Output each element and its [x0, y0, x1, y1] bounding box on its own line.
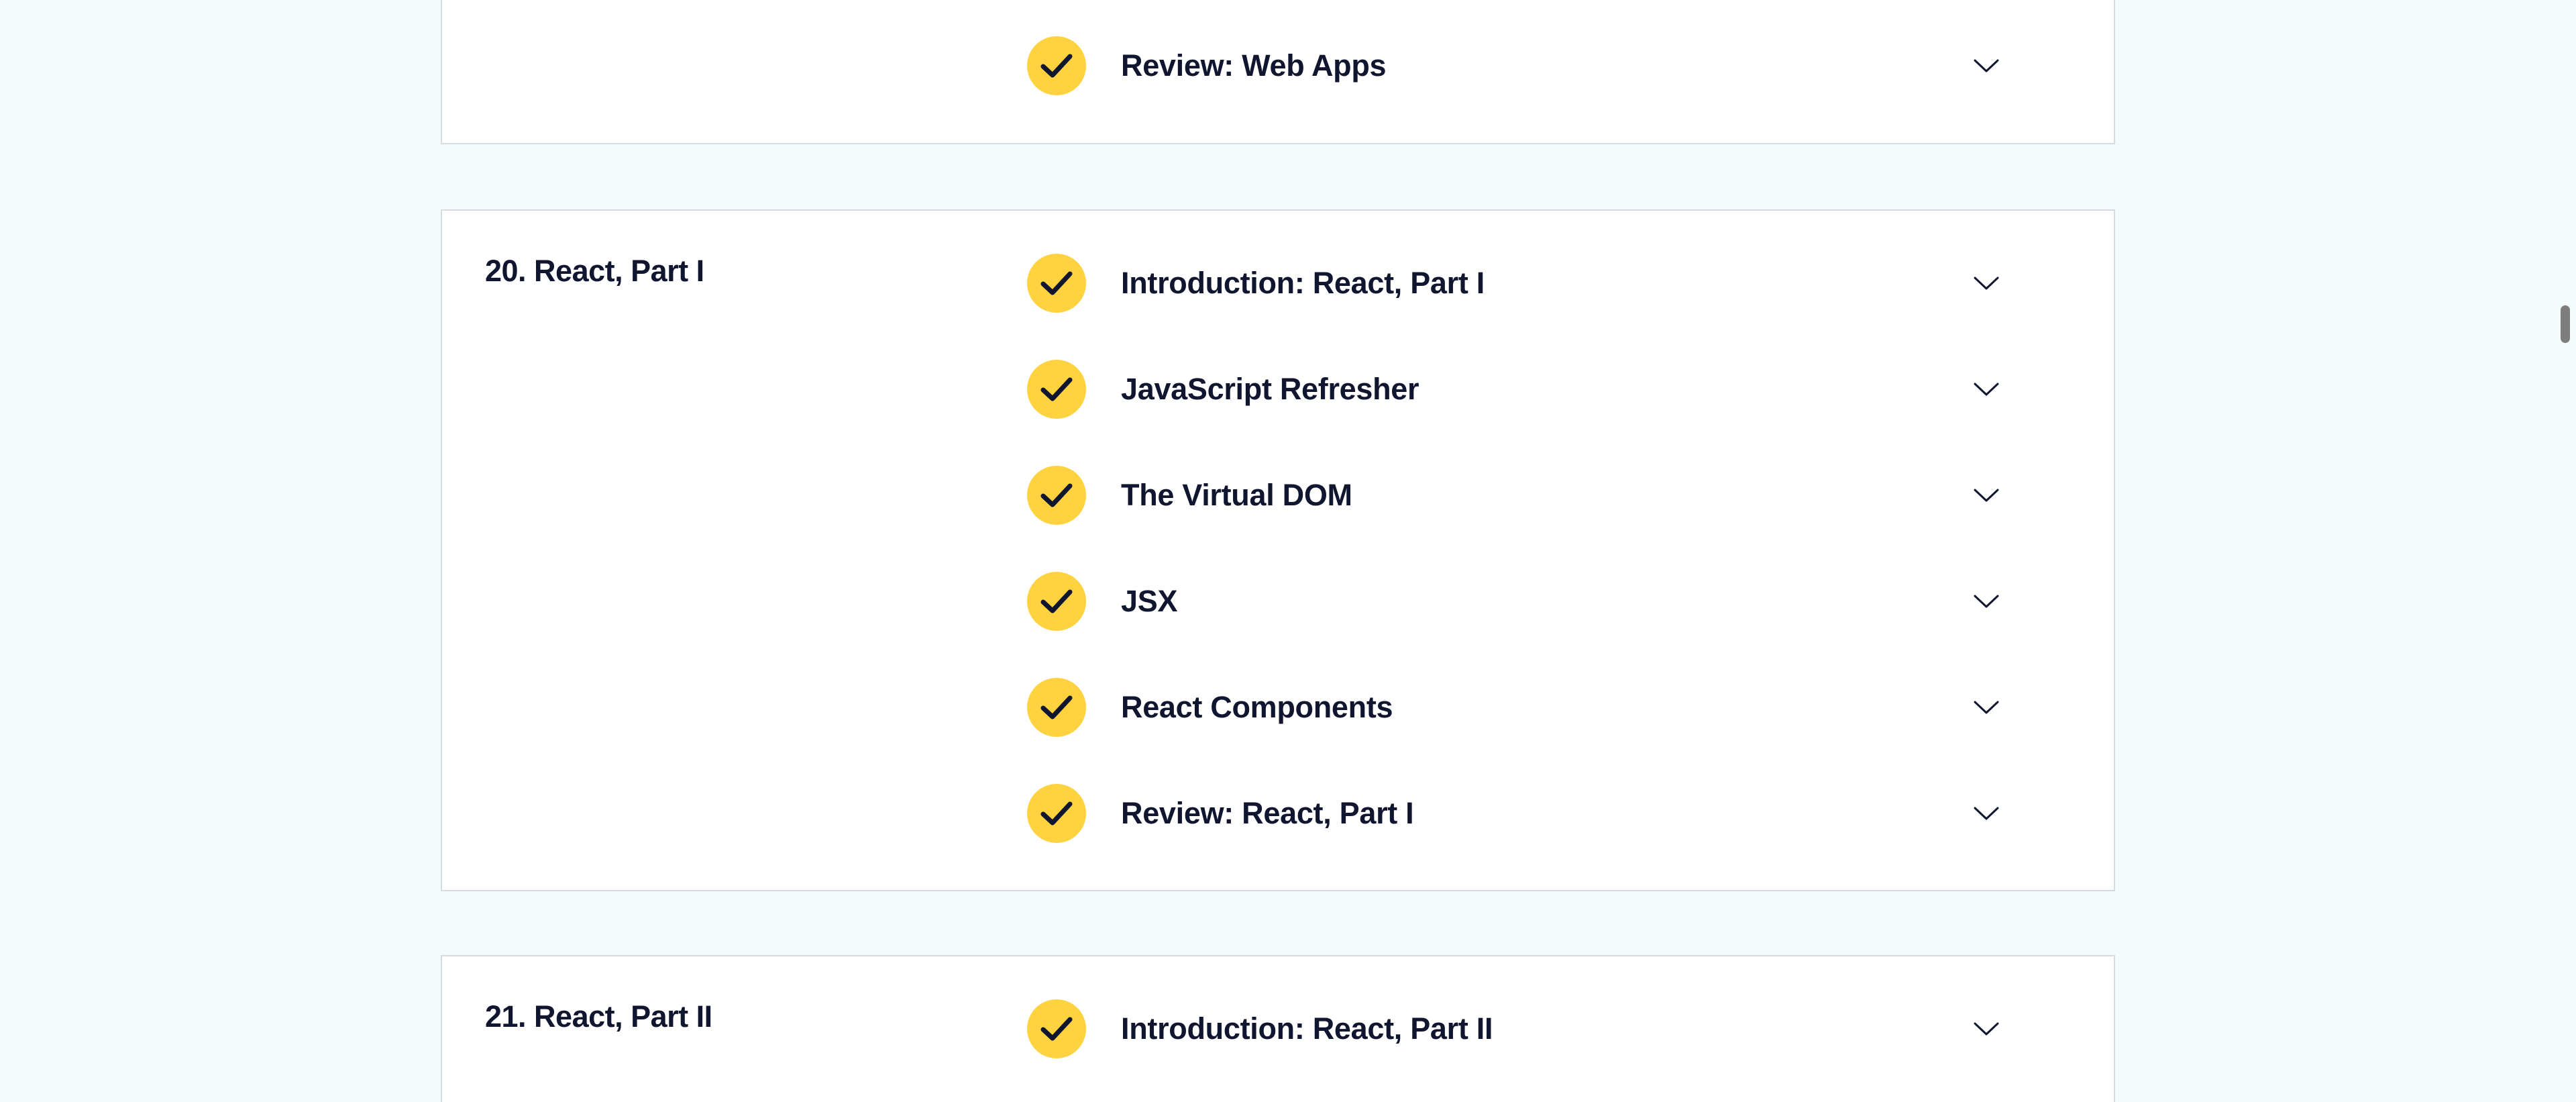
lesson-row-review-react-part-1[interactable]: Review: React, Part I	[1027, 780, 2057, 847]
lesson-row-jsx[interactable]: JSX	[1027, 568, 2057, 635]
checkmark-icon	[1027, 784, 1086, 843]
lesson-row-react-components[interactable]: React Components	[1027, 674, 2057, 741]
module-card-previous: Review: Web Apps	[441, 0, 2115, 144]
chevron-down-icon[interactable]	[1972, 587, 2001, 616]
lesson-row-introduction-react-part-1[interactable]: Introduction: React, Part I	[1027, 250, 2057, 317]
chevron-down-icon[interactable]	[1972, 374, 2001, 404]
lesson-label: The Virtual DOM	[1121, 478, 1352, 512]
checkmark-icon	[1027, 36, 1086, 95]
lesson-label: Review: Web Apps	[1121, 48, 1387, 83]
module-title: 20. React, Part I	[485, 254, 704, 288]
module-card-react-part-1: 20. React, Part I Introduction: React, P…	[441, 209, 2115, 891]
lesson-label: JavaScript Refresher	[1121, 372, 1419, 406]
chevron-down-icon[interactable]	[1972, 268, 2001, 298]
lesson-label: JSX	[1121, 584, 1178, 618]
lesson-label: React Components	[1121, 690, 1393, 724]
chevron-down-icon[interactable]	[1972, 1014, 2001, 1044]
checkmark-icon	[1027, 572, 1086, 631]
lesson-row-introduction-react-part-2[interactable]: Introduction: React, Part II	[1027, 995, 2057, 1062]
lesson-row-the-virtual-dom[interactable]: The Virtual DOM	[1027, 462, 2057, 529]
chevron-down-icon[interactable]	[1972, 481, 2001, 510]
checkmark-icon	[1027, 466, 1086, 525]
lesson-row-javascript-refresher[interactable]: JavaScript Refresher	[1027, 356, 2057, 423]
lesson-label: Introduction: React, Part II	[1121, 1011, 1493, 1046]
checkmark-icon	[1027, 360, 1086, 419]
chevron-down-icon[interactable]	[1972, 51, 2001, 81]
checkmark-icon	[1027, 678, 1086, 737]
chevron-down-icon[interactable]	[1972, 799, 2001, 828]
lesson-label: Review: React, Part I	[1121, 796, 1414, 830]
module-title: 21. React, Part II	[485, 999, 712, 1034]
lesson-row-review-web-apps[interactable]: Review: Web Apps	[1027, 32, 2057, 99]
checkmark-icon	[1027, 254, 1086, 313]
checkmark-icon	[1027, 999, 1086, 1058]
scrollbar-thumb[interactable]	[2561, 305, 2570, 343]
chevron-down-icon[interactable]	[1972, 693, 2001, 722]
course-syllabus: Review: Web Apps 20. React, Part I Intro…	[0, 0, 2576, 1102]
lesson-label: Introduction: React, Part I	[1121, 266, 1485, 300]
module-card-react-part-2: 21. React, Part II Introduction: React, …	[441, 955, 2115, 1102]
